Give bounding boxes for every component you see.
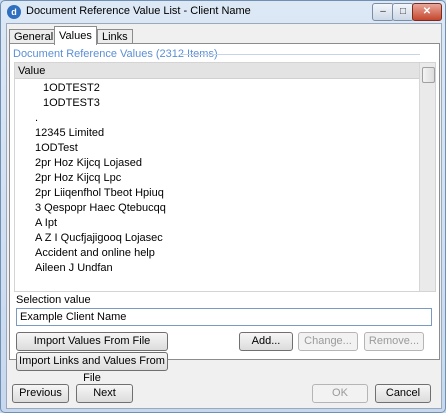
list-item[interactable]: 2pr Hoz Kijcq Lpc bbox=[35, 171, 121, 186]
list-item[interactable]: 2pr Liiqenfhol Tbeot Hpiuq bbox=[35, 186, 164, 201]
values-list[interactable]: Value 1ODTEST2 1ODTEST3 . 12345 Limited … bbox=[14, 62, 436, 292]
import-links-values-button[interactable]: Import Links and Values From File bbox=[16, 352, 168, 384]
previous-button[interactable]: Previous bbox=[12, 384, 69, 403]
list-item[interactable]: Aileen J Undfan bbox=[35, 261, 113, 276]
list-item[interactable]: 1ODTEST3 bbox=[43, 96, 100, 111]
maximize-button[interactable]: □ bbox=[392, 3, 414, 21]
list-scrollbar[interactable] bbox=[419, 63, 435, 291]
scrollbar-thumb[interactable] bbox=[422, 67, 435, 83]
title-bar[interactable]: d Document Reference Value List - Client… bbox=[1, 1, 445, 23]
values-tab-page: Document Reference Values (2312 Items) V… bbox=[9, 43, 440, 384]
import-values-button[interactable]: Import Values From File bbox=[16, 332, 168, 351]
minimize-icon: – bbox=[380, 6, 386, 17]
dialog-window: d Document Reference Value List - Client… bbox=[0, 0, 446, 413]
list-item[interactable]: A Z I Qucfjajigooq Lojasec bbox=[35, 231, 163, 246]
ok-button[interactable]: OK bbox=[312, 384, 368, 403]
list-item[interactable]: 1ODTest bbox=[35, 141, 78, 156]
tab-links[interactable]: Links bbox=[97, 29, 133, 44]
change-button[interactable]: Change... bbox=[298, 332, 358, 351]
tab-values[interactable]: Values bbox=[54, 26, 97, 45]
maximize-icon: □ bbox=[399, 6, 407, 17]
tab-general[interactable]: General bbox=[9, 29, 59, 44]
close-button[interactable]: ✕ bbox=[412, 3, 442, 21]
close-icon: ✕ bbox=[422, 6, 432, 17]
list-item[interactable]: Accident and online help bbox=[35, 246, 155, 261]
list-item[interactable]: 3 Qespopr Haec Qtebucqq bbox=[35, 201, 166, 216]
group-divider bbox=[180, 54, 420, 55]
app-icon: d bbox=[7, 5, 21, 19]
list-item[interactable]: 2pr Hoz Kijcq Lojased bbox=[35, 156, 142, 171]
selection-value-input[interactable] bbox=[16, 308, 432, 326]
next-button[interactable]: Next bbox=[76, 384, 133, 403]
minimize-button[interactable]: – bbox=[372, 3, 394, 21]
list-item[interactable]: 1ODTEST2 bbox=[43, 81, 100, 96]
dialog-client-area: General Values Links Document Reference … bbox=[6, 23, 442, 409]
list-item[interactable]: A Ipt bbox=[35, 216, 57, 231]
add-button[interactable]: Add... bbox=[239, 332, 293, 351]
column-header-value[interactable]: Value bbox=[15, 63, 419, 79]
selection-value-label: Selection value bbox=[16, 294, 91, 306]
window-title: Document Reference Value List - Client N… bbox=[26, 5, 251, 17]
list-item[interactable]: 12345 Limited bbox=[35, 126, 104, 141]
cancel-button[interactable]: Cancel bbox=[375, 384, 431, 403]
remove-button[interactable]: Remove... bbox=[364, 332, 424, 351]
list-item[interactable]: . bbox=[35, 111, 38, 126]
